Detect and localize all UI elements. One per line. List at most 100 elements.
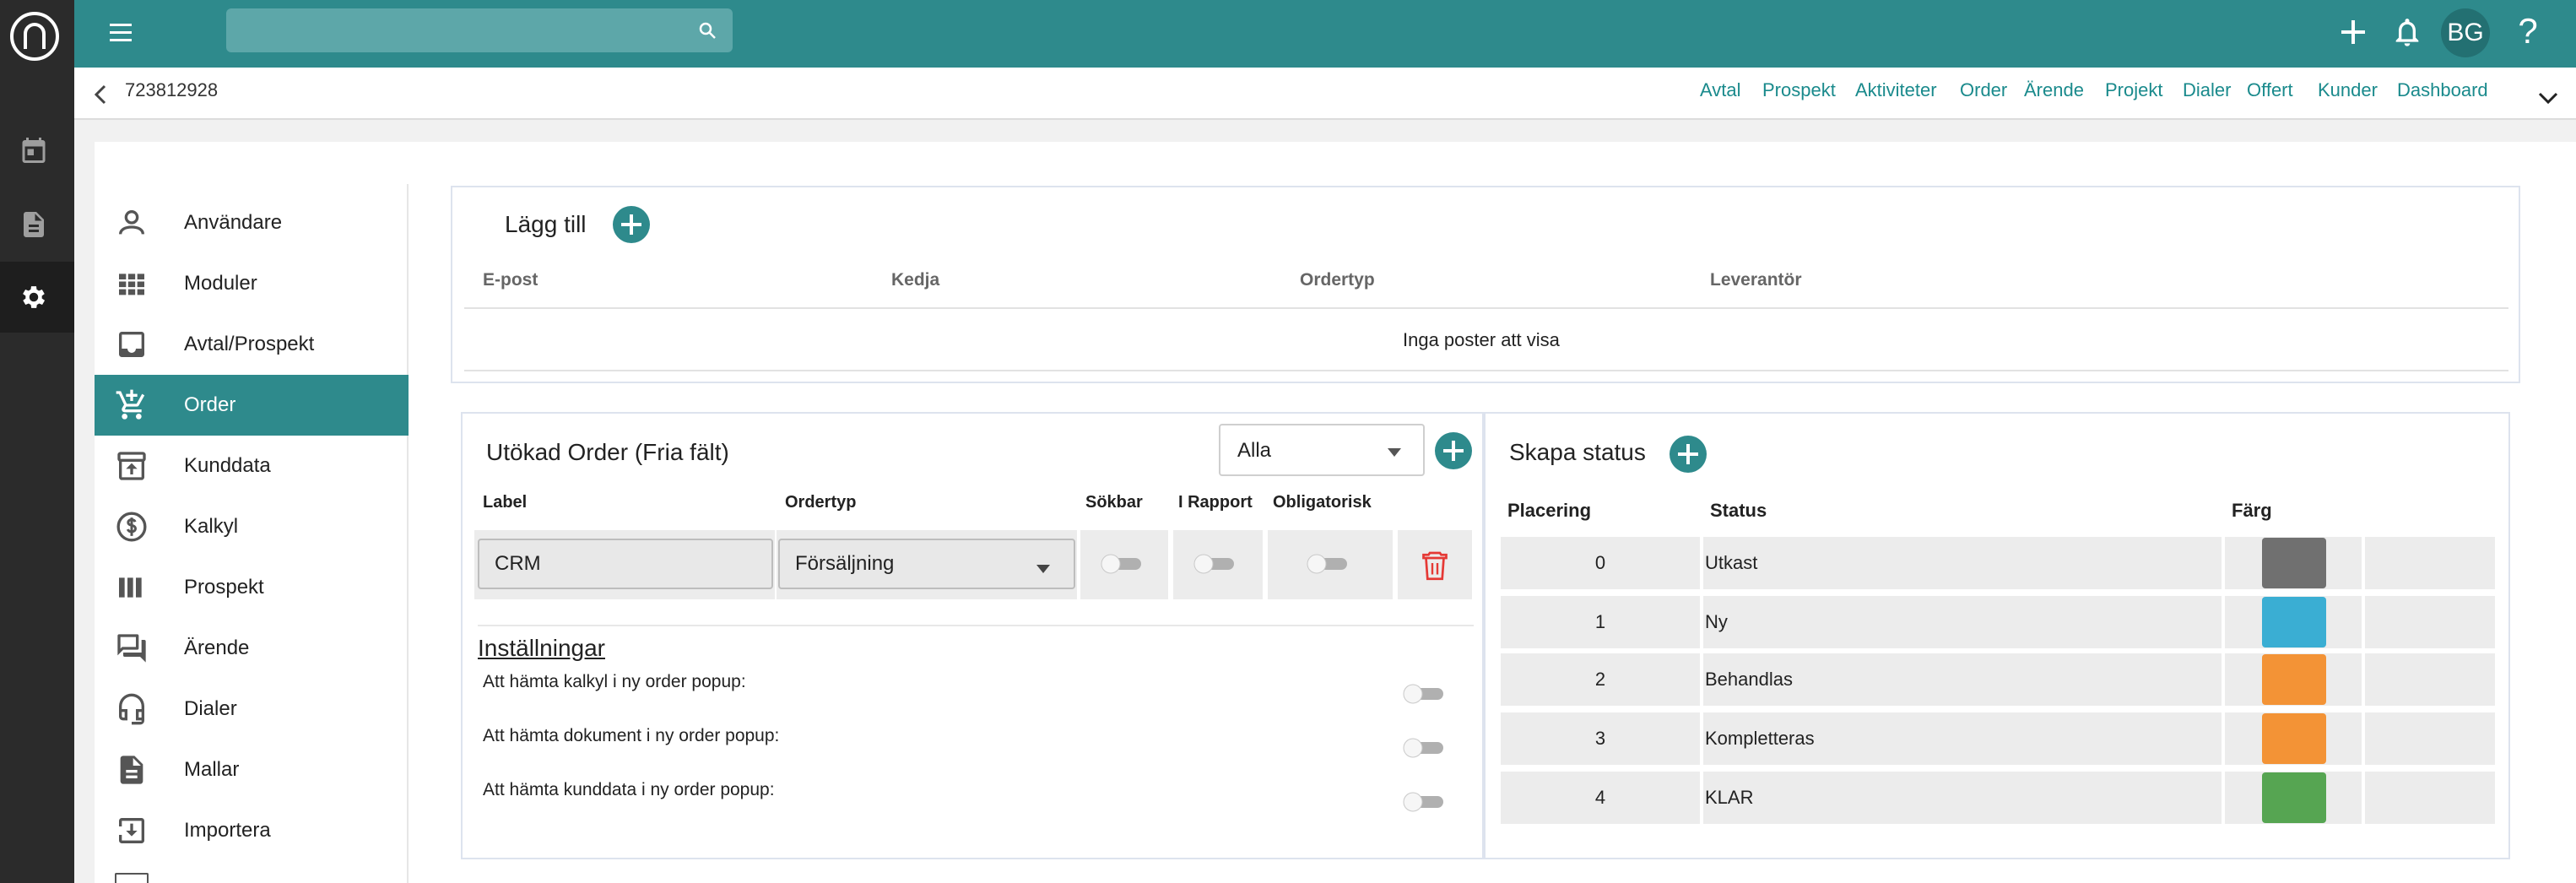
nav-link-avtal[interactable]: Avtal [1700,79,1741,101]
sidebar-item-partial [115,873,149,883]
setting-label-kunddata: Att hämta kunddata i ny order popup: [483,780,775,799]
delete-icon[interactable] [1420,549,1450,582]
column-header-ordertyp: Ordertyp [1300,270,1375,290]
color-swatch[interactable] [2262,713,2326,764]
column-header-status: Status [1710,500,1767,521]
sidebar-item-label: Order [184,393,236,416]
nav-link-arende[interactable]: Ärende [2024,79,2084,101]
setting-label-kalkyl: Att hämta kalkyl i ny order popup: [483,672,746,691]
caret-down-icon [1386,447,1403,458]
sidebar-item-dialer[interactable]: Dialer [95,679,409,739]
sidebar-item-order[interactable]: Order [95,375,409,436]
i-rapport-toggle[interactable] [1192,550,1239,577]
headset-icon [115,692,149,726]
sidebar-item-moduler[interactable]: Moduler [95,253,409,314]
settings-title: Inställningar [478,635,605,661]
status-placering: 4 [1594,787,1606,808]
grid-icon [115,267,149,301]
nav-link-prospekt[interactable]: Prospekt [1762,79,1836,101]
table-cell [2365,772,2495,824]
caret-down-icon [1035,564,1052,574]
label-field[interactable] [478,539,773,589]
sidebar-item-avtal-prospekt[interactable]: Avtal/Prospekt [95,314,409,375]
status-placering: 3 [1594,728,1606,749]
add-field-button[interactable] [1435,432,1472,469]
status-name: KLAR [1705,787,1754,808]
add-plus-button[interactable] [613,206,650,243]
color-swatch[interactable] [2262,538,2326,588]
color-swatch[interactable] [2262,597,2326,647]
dollar-circle-icon [115,510,149,544]
status-name: Ny [1705,611,1728,632]
nav-link-aktiviteter[interactable]: Aktiviteter [1855,79,1937,101]
sokbar-toggle[interactable] [1099,550,1146,577]
empty-state: Inga poster att visa [1403,329,1560,350]
app-logo[interactable] [8,10,61,62]
avatar[interactable]: BG [2441,8,2490,57]
sidebar-item-kunddata[interactable]: Kunddata [95,436,409,496]
column-header-placering: Placering [1507,500,1592,521]
bell-icon[interactable] [2390,15,2424,49]
sidebar-item-label: Prospekt [184,576,264,599]
table-cell [2365,596,2495,648]
column-header-label: Label [483,493,528,512]
sidebar-item-arende[interactable]: Ärende [95,618,409,679]
table-cell[interactable] [1703,596,2222,648]
obligatorisk-toggle[interactable] [1305,550,1352,577]
menu-icon[interactable] [108,17,135,47]
cart-add-icon [115,388,149,422]
setting-toggle-kunddata[interactable] [1401,788,1448,815]
nav-link-dialer[interactable]: Dialer [2183,79,2231,101]
sidebar-item-label: Användare [184,211,283,234]
help-icon[interactable]: ? [2507,10,2549,52]
person-icon [115,206,149,240]
setting-toggle-kalkyl[interactable] [1401,680,1448,707]
setting-toggle-dokument[interactable] [1401,734,1448,761]
nav-link-projekt[interactable]: Projekt [2105,79,2162,101]
add-panel [451,186,2520,383]
calendar-icon[interactable] [19,135,49,165]
add-status-button[interactable] [1670,436,1707,473]
add-icon[interactable] [2336,15,2370,49]
setting-label-dokument: Att hämta dokument i ny order popup: [483,726,780,745]
section-divider [478,625,1474,626]
status-name: Utkast [1705,552,1758,573]
filter-select-value: Alla [1237,439,1272,462]
columns-icon [115,571,149,604]
gear-icon[interactable] [19,282,49,312]
forum-icon [115,631,149,665]
status-placering: 1 [1594,611,1606,632]
sidebar-item-anvandare[interactable]: Användare [95,192,409,253]
chevron-down-icon[interactable] [2535,88,2561,108]
sidebar-item-mallar[interactable]: Mallar [95,739,409,800]
column-header-leverantor: Leverantör [1710,270,1802,290]
status-name: Kompletteras [1705,728,1815,749]
color-swatch[interactable] [2262,654,2326,705]
search-icon[interactable] [697,20,717,41]
sidebar-item-label: Mallar [184,758,240,781]
nav-link-dashboard[interactable]: Dashboard [2397,79,2488,101]
app-rail [0,0,74,883]
column-header-i-rapport: I Rapport [1178,493,1253,512]
inbox-icon [115,328,149,361]
sidebar-item-label: Kunddata [184,454,271,477]
sidebar-item-importera[interactable]: Importera [95,800,409,861]
record-id: 723812928 [125,79,219,100]
status-placering: 0 [1594,552,1606,573]
table-cell[interactable] [1703,537,2222,589]
column-header-farg: Färg [2232,500,2272,521]
document-icon [115,753,149,787]
sidebar-item-prospekt[interactable]: Prospekt [95,557,409,618]
document-icon[interactable] [19,209,49,240]
nav-link-offert[interactable]: Offert [2247,79,2293,101]
import-icon [115,814,149,848]
color-swatch[interactable] [2262,772,2326,823]
nav-link-order[interactable]: Order [1960,79,2007,101]
back-arrow-icon[interactable] [88,81,111,108]
column-header-ordertyp: Ordertyp [785,493,857,512]
sidebar-item-kalkyl[interactable]: Kalkyl [95,496,409,557]
sidebar-item-label: Importera [184,819,271,842]
table-cell[interactable] [1703,772,2222,824]
search-input[interactable] [226,8,733,52]
nav-link-kunder[interactable]: Kunder [2318,79,2378,101]
